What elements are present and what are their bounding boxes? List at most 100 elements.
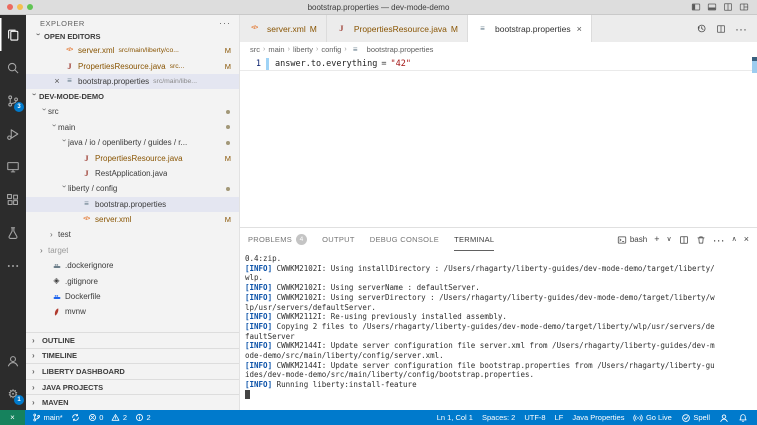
panel-tab-output[interactable]: OUTPUT xyxy=(322,228,355,251)
chevron-right-icon[interactable]: › xyxy=(40,246,48,255)
status-info-icon[interactable]: 2 xyxy=(135,413,151,422)
activity-remote-explorer-icon[interactable] xyxy=(0,150,26,183)
customize-layout-icon[interactable] xyxy=(739,2,749,12)
status-bar: × main*022 Ln 1, Col 1Spaces: 2UTF-8LFJa… xyxy=(0,410,757,425)
history-icon[interactable] xyxy=(696,23,707,34)
status-field-3[interactable]: LF xyxy=(555,413,564,422)
chevron-down-icon: › xyxy=(34,32,43,40)
panel-tab-terminal[interactable]: TERMINAL xyxy=(454,228,494,251)
breadcrumb-item[interactable]: config xyxy=(321,45,341,54)
minimize-window-icon[interactable] xyxy=(17,4,23,10)
chevron-right-icon[interactable]: › xyxy=(50,230,58,239)
tree-row[interactable]: </>server.xmlM xyxy=(26,212,239,227)
breadcrumb-item[interactable]: src xyxy=(250,45,260,54)
tree-row[interactable]: ›liberty / config xyxy=(26,181,239,196)
tree-row[interactable]: ›test xyxy=(26,227,239,242)
close-panel-icon[interactable]: × xyxy=(744,235,749,244)
sidebar-section-timeline[interactable]: ›TIMELINE xyxy=(26,348,239,364)
tree-row[interactable]: JPropertiesResource.javaM xyxy=(26,150,239,165)
sidebar-section-java-projects[interactable]: ›JAVA PROJECTS xyxy=(26,379,239,395)
status-field-1[interactable]: Spaces: 2 xyxy=(482,413,515,422)
breadcrumb-item[interactable]: liberty xyxy=(293,45,313,54)
activity-account-icon[interactable] xyxy=(0,344,26,377)
tree-row[interactable]: ›target xyxy=(26,243,239,258)
open-editor-item[interactable]: </>server.xmlsrc/main/liberty/co...M xyxy=(26,43,239,58)
activity-source-control-icon[interactable]: 3 xyxy=(0,84,26,117)
close-window-icon[interactable] xyxy=(7,4,13,10)
chevron-down-icon[interactable]: › xyxy=(50,124,59,132)
views-more-actions-icon[interactable]: ··· xyxy=(219,18,231,28)
activity-more-views-icon[interactable] xyxy=(0,249,26,282)
breadcrumb-separator: › xyxy=(263,46,265,53)
activity-search-icon[interactable] xyxy=(0,51,26,84)
editor-tab[interactable]: ≡bootstrap.properties× xyxy=(468,15,592,42)
tree-row[interactable]: ›src xyxy=(26,104,239,119)
chevron-down-icon[interactable]: ∨ xyxy=(666,236,671,243)
more-actions-icon[interactable]: ··· xyxy=(713,234,725,246)
tree-row[interactable]: ›java / io / openliberty / guides / r... xyxy=(26,135,239,150)
activity-explorer-icon[interactable] xyxy=(0,18,26,51)
close-tab-icon[interactable]: × xyxy=(577,24,582,34)
status-feedback-icon[interactable] xyxy=(719,413,729,423)
status-git-branch-icon[interactable]: main* xyxy=(32,413,63,422)
activity-extensions-icon[interactable] xyxy=(0,183,26,216)
status-field-0[interactable]: Ln 1, Col 1 xyxy=(437,413,473,422)
open-editors-header[interactable]: › OPEN EDITORS xyxy=(26,29,239,43)
activity-settings-gear-icon[interactable]: ⚙1 xyxy=(0,377,26,410)
status-field-2[interactable]: UTF-8 xyxy=(524,413,545,422)
status-broadcast-icon[interactable]: Go Live xyxy=(633,413,671,423)
split-editor-icon[interactable] xyxy=(723,2,733,12)
terminal-output[interactable]: 0.4:zip.[INFO] CWWKM2102I: Using install… xyxy=(240,251,718,410)
shell-selector[interactable]: bash xyxy=(617,235,647,245)
tree-row[interactable]: mvnw xyxy=(26,304,239,319)
kill-terminal-icon[interactable] xyxy=(696,235,706,245)
breadcrumb-item[interactable]: main xyxy=(268,45,284,54)
modified-folder-dot xyxy=(226,141,230,145)
open-editor-item[interactable]: ×≡bootstrap.propertiessrc/main/libe... xyxy=(26,74,239,89)
open-editor-item[interactable]: JPropertiesResource.javasrc...M xyxy=(26,58,239,73)
status-bell-icon[interactable] xyxy=(738,413,748,423)
status-warning-icon[interactable]: 2 xyxy=(111,413,127,422)
new-terminal-icon[interactable]: + xyxy=(654,235,659,244)
panel-tab-debug-console[interactable]: DEBUG CONSOLE xyxy=(370,228,439,251)
chevron-down-icon[interactable]: › xyxy=(60,139,69,147)
status-error-icon[interactable]: 0 xyxy=(88,413,104,422)
close-editor-icon[interactable]: × xyxy=(54,76,59,86)
maximize-panel-icon[interactable]: ∧ xyxy=(732,236,737,243)
sidebar-section-liberty-dashboard[interactable]: ›LIBERTY DASHBOARD xyxy=(26,363,239,379)
split-editor-icon[interactable] xyxy=(716,24,726,34)
editor-tab[interactable]: </>server.xmlM xyxy=(240,15,327,42)
status-left: main*022 xyxy=(25,413,151,422)
tree-row[interactable]: .dockerignore xyxy=(26,258,239,273)
tree-item-label: main xyxy=(58,123,75,132)
chevron-down-icon[interactable]: › xyxy=(60,185,69,193)
breadcrumb-file[interactable]: bootstrap.properties xyxy=(367,45,434,54)
tree-row[interactable]: ◈.gitignore xyxy=(26,273,239,288)
tree-row[interactable]: Dockerfile xyxy=(26,289,239,304)
tree-row[interactable]: JRestApplication.java xyxy=(26,166,239,181)
editor-tab[interactable]: JPropertiesResource.javaM xyxy=(327,15,468,42)
split-terminal-icon[interactable] xyxy=(679,235,689,245)
terminal-line: [INFO] Copying 2 files to /Users/rhagart… xyxy=(245,322,718,341)
activity-run-debug-icon[interactable] xyxy=(0,117,26,150)
chevron-down-icon[interactable]: › xyxy=(40,108,49,116)
toggle-sidebar-icon[interactable] xyxy=(691,2,701,12)
remote-indicator[interactable]: × xyxy=(0,410,25,425)
toggle-panel-icon[interactable] xyxy=(707,2,717,12)
project-root-header[interactable]: › DEV-MODE-DEMO xyxy=(26,89,239,104)
code-line-1[interactable]: 1 answer.to.everything = "42" xyxy=(240,57,757,71)
zoom-window-icon[interactable] xyxy=(27,4,33,10)
status-spell-check-icon[interactable]: Spell xyxy=(681,413,710,423)
status-field-4[interactable]: Java Properties xyxy=(572,413,624,422)
chevron-right-icon: › xyxy=(32,351,40,360)
tree-row[interactable]: ≡bootstrap.properties xyxy=(26,197,239,212)
terminal-cursor-line xyxy=(245,390,718,400)
tree-row[interactable]: ›main xyxy=(26,120,239,135)
panel-tab-problems[interactable]: PROBLEMS4 xyxy=(248,228,307,251)
editor-area[interactable]: 1 answer.to.everything = "42" xyxy=(240,57,757,227)
status-sync-icon[interactable] xyxy=(71,413,80,422)
activity-testing-icon[interactable] xyxy=(0,216,26,249)
sidebar-section-maven[interactable]: ›MAVEN xyxy=(26,394,239,410)
sidebar-section-outline[interactable]: ›OUTLINE xyxy=(26,332,239,348)
more-actions-icon[interactable]: ··· xyxy=(735,23,747,35)
